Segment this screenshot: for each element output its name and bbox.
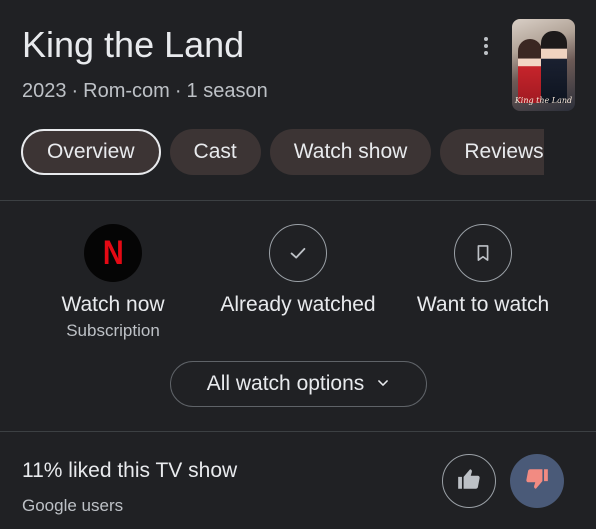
release-year: 2023 — [22, 80, 67, 102]
thumbs-down-icon — [524, 466, 550, 497]
tab-overview[interactable]: Overview — [21, 129, 161, 175]
thumbs-up-button[interactable] — [442, 454, 496, 508]
already-watched-label: Already watched — [220, 293, 376, 316]
thumbs-down-button[interactable] — [510, 454, 564, 508]
bookmark-icon — [454, 224, 512, 282]
genre: Rom-com — [83, 80, 170, 102]
want-to-watch-button[interactable]: Want to watch — [388, 224, 578, 318]
watch-now-button[interactable]: N Watch now Subscription — [18, 224, 208, 342]
rating-source: Google users — [22, 496, 124, 515]
already-watched-button[interactable]: Already watched — [203, 224, 393, 318]
tab-cast[interactable]: Cast — [169, 129, 261, 175]
all-watch-options-button[interactable]: All watch options — [170, 361, 427, 407]
tab-watch-show[interactable]: Watch show — [269, 129, 432, 175]
watch-now-sublabel: Subscription — [66, 321, 160, 340]
watch-now-label: Watch now — [61, 293, 165, 316]
tab-bar: Overview Cast Watch show Reviews — [21, 129, 544, 175]
meta-separator: · — [174, 80, 182, 102]
page-title: King the Land — [22, 24, 245, 65]
chevron-down-icon — [376, 372, 390, 396]
divider — [0, 200, 596, 201]
audience-rating: 11% liked this TV show — [22, 459, 238, 482]
more-options-icon[interactable] — [472, 32, 500, 60]
meta-separator: · — [71, 80, 79, 102]
checkmark-icon — [269, 224, 327, 282]
all-watch-options-label: All watch options — [206, 372, 365, 395]
poster-caption: King the Land — [514, 96, 573, 105]
netflix-logo-icon: N — [84, 224, 142, 282]
thumbs-up-icon — [456, 466, 482, 497]
show-poster[interactable]: King the Land — [512, 19, 575, 111]
show-meta: 2023 · Rom-com · 1 season — [22, 78, 268, 104]
want-to-watch-label: Want to watch — [416, 293, 550, 316]
tab-reviews[interactable]: Reviews — [440, 129, 544, 175]
season-count: 1 season — [186, 80, 268, 102]
divider — [0, 431, 596, 432]
